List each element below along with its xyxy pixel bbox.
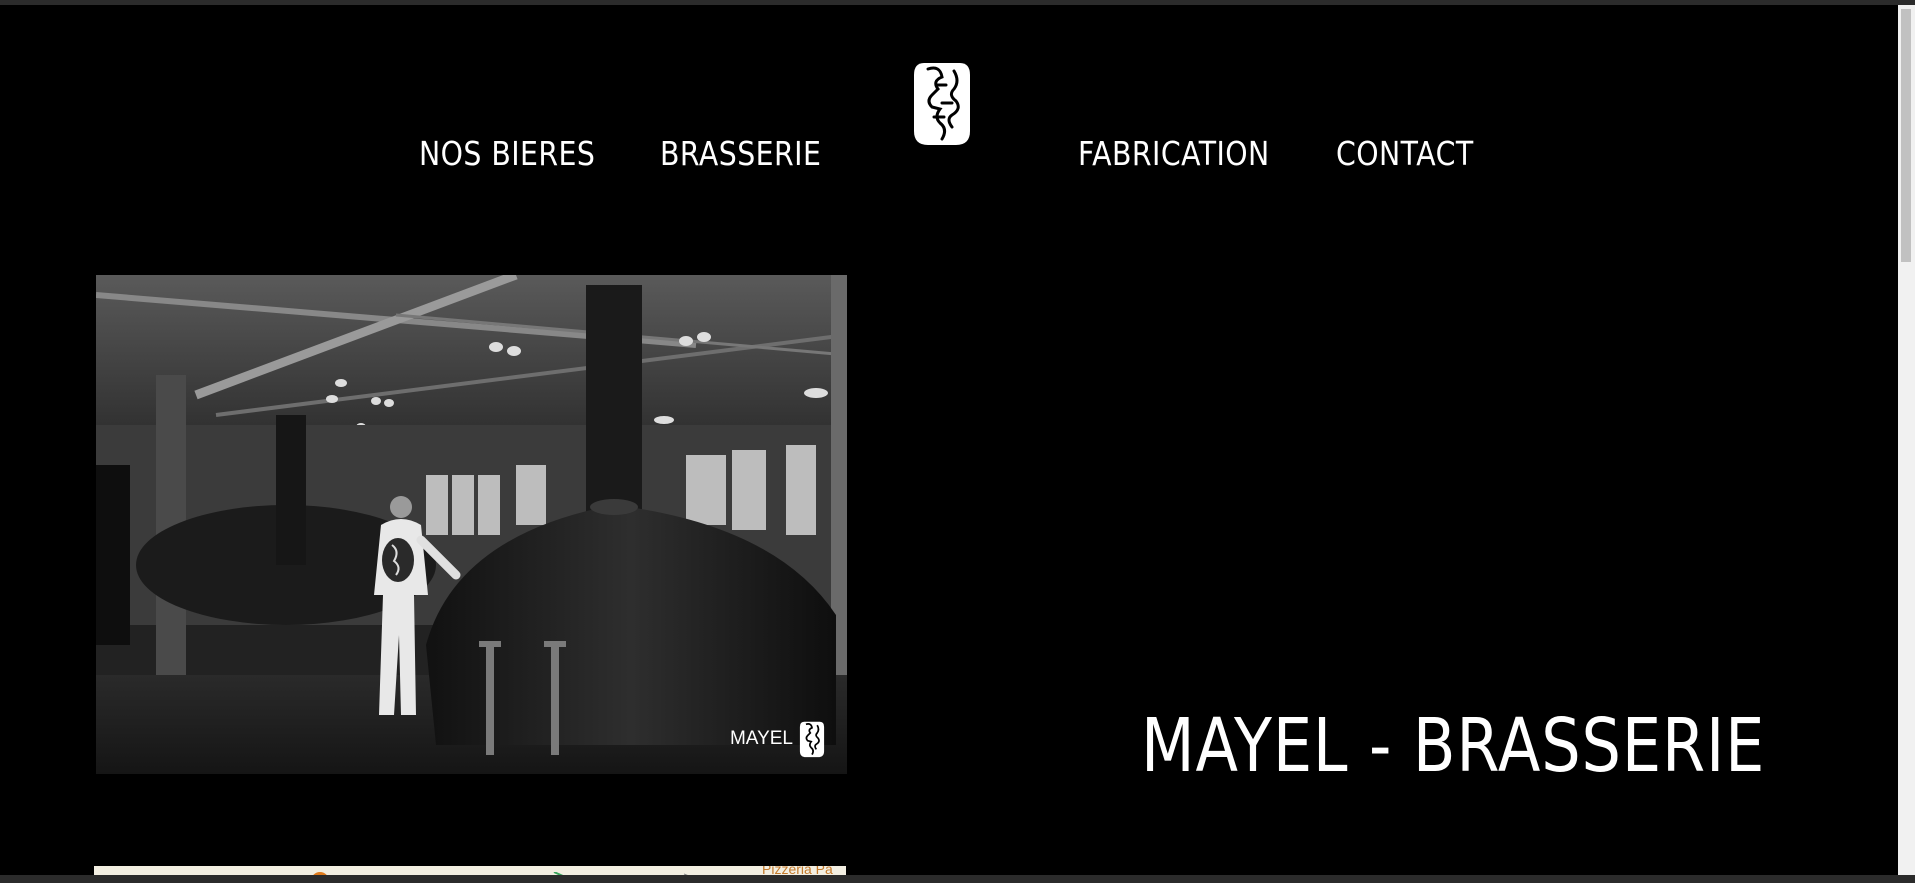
scrollbar-thumb[interactable] xyxy=(1901,9,1911,262)
photo-watermark: MAYEL xyxy=(730,720,825,758)
window-bottom-bar xyxy=(0,875,1915,883)
face-logo-icon[interactable] xyxy=(912,59,972,147)
map-place-label[interactable]: Pizzeria Pa xyxy=(762,866,833,875)
map-embed[interactable]: Pizzeria Pa xyxy=(94,866,846,875)
page-title: MAYEL - BRASSERIE xyxy=(1141,703,1766,789)
nav-link-brasserie[interactable]: BRASSERIE xyxy=(660,134,821,174)
watermark-logo-icon xyxy=(799,721,825,758)
photo-watermark-text: MAYEL xyxy=(729,728,793,749)
nav-link-nos-bieres[interactable]: NOS BIERES xyxy=(419,134,595,174)
brewery-photo-illustration xyxy=(96,275,847,774)
nav-link-contact[interactable]: CONTACT xyxy=(1336,134,1474,174)
window-top-bar xyxy=(0,0,1915,5)
nav-link-fabrication[interactable]: FABRICATION xyxy=(1078,134,1270,174)
face-logo-icon-svg xyxy=(914,63,970,145)
brewery-photo: MAYEL xyxy=(96,275,847,774)
